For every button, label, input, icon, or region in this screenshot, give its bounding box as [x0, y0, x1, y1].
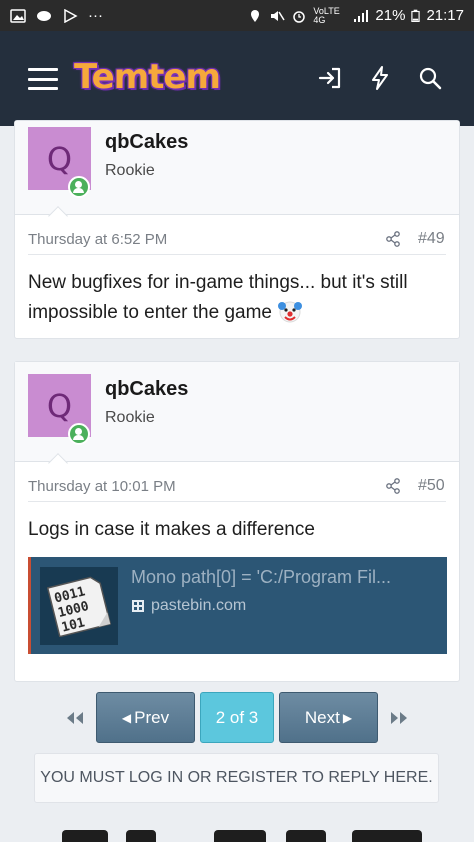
binary-file-icon: 0011 1000 101: [40, 567, 118, 645]
status-bar: ··· VoLTE 4G 21% 21:17: [0, 0, 474, 31]
bolt-icon[interactable]: [366, 64, 394, 92]
battery-icon: [411, 9, 421, 22]
online-status-icon: [68, 176, 90, 198]
prev-page-button[interactable]: ◀ Prev: [96, 692, 195, 743]
prev-caret-icon: ◀: [121, 710, 132, 725]
embed-site[interactable]: pastebin.com: [131, 597, 246, 615]
username[interactable]: qbCakes: [105, 131, 188, 154]
post-body: New bugfixes for in-game things... but i…: [28, 268, 453, 328]
play-store-icon: [64, 8, 78, 23]
alarm-icon: [293, 10, 306, 23]
clock: 21:17: [426, 7, 464, 24]
post-50: Q qbCakes Rookie Thursday at 10:01 PM #5…: [14, 361, 460, 682]
site-header: Temtem: [0, 31, 474, 126]
post-date[interactable]: Thursday at 10:01 PM: [28, 478, 176, 495]
share-icon[interactable]: [385, 478, 401, 494]
prev-label: Prev: [134, 707, 170, 727]
location-icon: [251, 9, 260, 22]
site-logo[interactable]: Temtem: [74, 53, 221, 101]
post-49: Q qbCakes Rookie Thursday at 6:52 PM #49…: [14, 120, 460, 339]
online-status-icon: [68, 423, 90, 445]
hamburger-menu-icon[interactable]: [28, 68, 58, 90]
share-icon[interactable]: [385, 231, 401, 247]
current-page-button[interactable]: 2 of 3: [200, 692, 274, 743]
battery-percent: 21%: [375, 7, 406, 24]
gallery-icon: [10, 8, 26, 23]
binary-document-icon: 0011 1000 101: [47, 576, 111, 637]
post-number[interactable]: #49: [418, 230, 445, 248]
next-caret-icon: ▶: [342, 710, 353, 725]
login-to-reply-notice[interactable]: YOU MUST LOG IN OR REGISTER TO REPLY HER…: [34, 753, 439, 803]
network-label: VoLTE 4G: [313, 5, 340, 25]
login-icon[interactable]: [316, 64, 344, 92]
post-number[interactable]: #50: [418, 477, 445, 495]
last-page-icon[interactable]: [388, 710, 410, 726]
pastebin-favicon-icon: [132, 600, 144, 612]
user-title: Rookie: [105, 162, 155, 179]
clown-face-icon: [278, 301, 303, 323]
pastebin-link-embed[interactable]: 0011 1000 101 Mono path[0] = 'C:/Program…: [28, 557, 447, 654]
first-page-icon[interactable]: [64, 710, 86, 726]
meta-divider: [28, 501, 446, 502]
post-body-text: Logs in case it makes a difference: [28, 519, 315, 540]
post-body-text: New bugfixes for in-game things... but i…: [28, 272, 408, 323]
search-icon[interactable]: [416, 64, 444, 92]
post-user-area: Q qbCakes Rookie: [15, 121, 459, 215]
mute-icon: [271, 10, 286, 21]
embed-title[interactable]: Mono path[0] = 'C:/Program Fil...: [131, 567, 433, 588]
cloud-download-icon: [37, 10, 51, 21]
signal-icon: [354, 9, 369, 22]
more-notifications-icon: ···: [88, 7, 103, 24]
post-body: Logs in case it makes a difference: [28, 515, 453, 545]
next-page-button[interactable]: Next ▶: [279, 692, 378, 743]
username[interactable]: qbCakes: [105, 378, 188, 401]
embed-site-label: pastebin.com: [151, 597, 247, 614]
cut-off-content: [0, 830, 474, 842]
meta-divider: [28, 254, 446, 255]
post-user-area: Q qbCakes Rookie: [15, 362, 459, 462]
post-date[interactable]: Thursday at 6:52 PM: [28, 231, 167, 248]
next-label: Next: [304, 707, 340, 727]
user-title: Rookie: [105, 409, 155, 426]
